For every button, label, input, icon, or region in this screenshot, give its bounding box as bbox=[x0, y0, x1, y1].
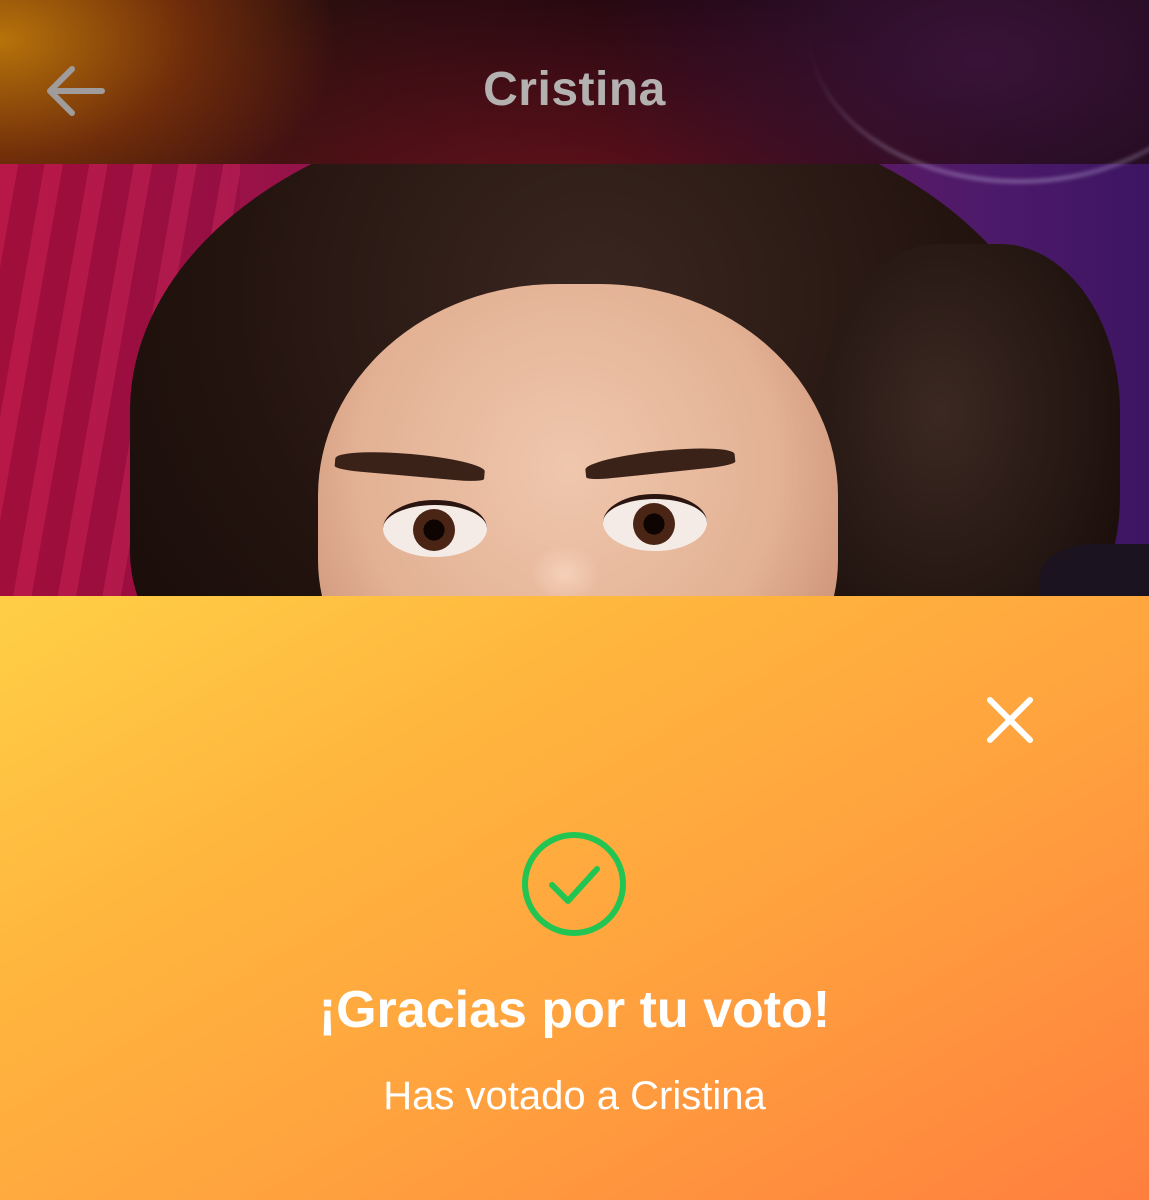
top-bar: Cristina bbox=[0, 0, 1149, 164]
confirmation-subtitle: Has votado a Cristina bbox=[383, 1074, 766, 1118]
contestant-photo bbox=[0, 164, 1149, 596]
close-button[interactable] bbox=[980, 690, 1040, 750]
close-icon bbox=[987, 697, 1033, 743]
screen: Cristina ¡Gracias por tu voto! Has votad… bbox=[0, 0, 1149, 1200]
page-title: Cristina bbox=[483, 63, 666, 116]
check-circle-icon bbox=[522, 832, 626, 936]
confirmation-title: ¡Gracias por tu voto! bbox=[318, 981, 831, 1039]
vote-confirmation-sheet: ¡Gracias por tu voto! Has votado a Crist… bbox=[0, 596, 1149, 1200]
